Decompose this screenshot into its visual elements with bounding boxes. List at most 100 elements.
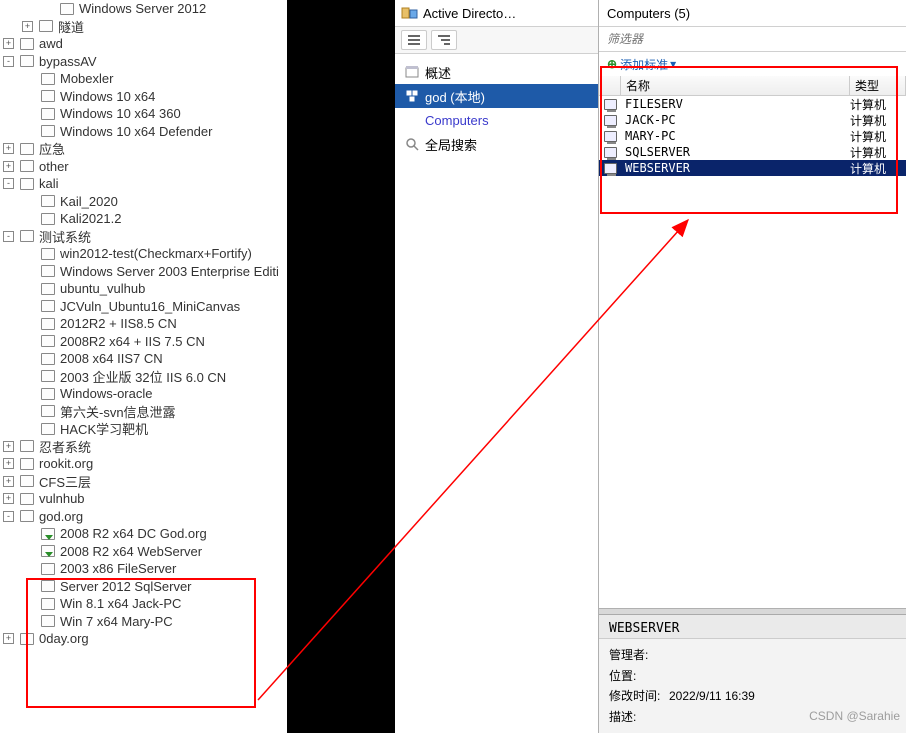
table-row[interactable]: JACK-PC计算机 — [599, 112, 906, 128]
row-name: FILESERV — [621, 97, 850, 111]
tree-item[interactable]: 2008 R2 x64 WebServer — [0, 543, 287, 561]
tree-item[interactable]: 2008 R2 x64 DC God.org — [0, 525, 287, 543]
filter-bar — [599, 26, 906, 52]
col-name[interactable]: 名称 — [621, 76, 850, 95]
tree-item-label: 2008R2 x64 + IIS 7.5 CN — [60, 334, 205, 349]
expand-icon[interactable]: + — [3, 161, 14, 172]
expand-icon[interactable]: + — [3, 38, 14, 49]
expand-icon[interactable]: + — [3, 458, 14, 469]
tree-item-label: Windows 10 x64 — [60, 89, 155, 104]
ad-nav-list: 概述 god (本地) Computers 全局搜索 — [395, 54, 598, 162]
table-row[interactable]: WEBSERVER计算机 — [599, 160, 906, 176]
table-body: FILESERV计算机JACK-PC计算机MARY-PC计算机SQLSERVER… — [599, 96, 906, 176]
tree-item[interactable]: Windows Server 2012 — [0, 0, 287, 18]
tree-item[interactable]: JCVuln_Ubuntu16_MiniCanvas — [0, 298, 287, 316]
tree-item[interactable]: +awd — [0, 35, 287, 53]
expand-icon[interactable]: + — [3, 143, 14, 154]
plus-icon: ⊕ — [607, 57, 617, 71]
tree-item-label: 第六关-svn信息泄露 — [60, 402, 176, 421]
tree-item[interactable]: +other — [0, 158, 287, 176]
vm-icon — [41, 580, 55, 592]
tree-item[interactable]: Server 2012 SqlServer — [0, 578, 287, 596]
table-row[interactable]: SQLSERVER计算机 — [599, 144, 906, 160]
add-criteria-label: 添加标准 — [620, 56, 668, 73]
expand-icon[interactable]: + — [22, 21, 33, 32]
vm-icon — [20, 440, 34, 452]
view-tree-button[interactable] — [431, 30, 457, 50]
tree-item[interactable]: +忍者系统 — [0, 438, 287, 456]
computer-icon — [604, 131, 617, 142]
add-criteria-button[interactable]: ⊕ 添加标准 ▾ — [599, 52, 906, 76]
tree-item[interactable]: +CFS三层 — [0, 473, 287, 491]
tree-item[interactable]: Win 8.1 x64 Jack-PC — [0, 595, 287, 613]
expand-icon[interactable]: + — [3, 476, 14, 487]
tree-item[interactable]: +应急 — [0, 140, 287, 158]
filter-input[interactable] — [599, 27, 906, 51]
row-icon-cell — [599, 131, 621, 142]
row-type: 计算机 — [850, 112, 906, 129]
tree-item[interactable]: Win 7 x64 Mary-PC — [0, 613, 287, 631]
nav-domain[interactable]: god (本地) — [395, 84, 598, 108]
tree-item-label: Win 7 x64 Mary-PC — [60, 614, 173, 629]
expand-icon[interactable]: + — [3, 493, 14, 504]
collapse-icon[interactable]: - — [3, 178, 14, 189]
collapse-icon[interactable]: - — [3, 231, 14, 242]
view-list-button[interactable] — [401, 30, 427, 50]
tree-item[interactable]: 2003 x86 FileServer — [0, 560, 287, 578]
tree-item[interactable]: HACK学习靶机 — [0, 420, 287, 438]
tree-item[interactable]: 2008 x64 IIS7 CN — [0, 350, 287, 368]
details-row: 管理者: — [609, 645, 896, 665]
tree-item[interactable]: ubuntu_vulhub — [0, 280, 287, 298]
vm-icon — [20, 38, 34, 50]
nav-computers[interactable]: Computers — [395, 108, 598, 132]
computer-icon — [604, 99, 617, 110]
tree-item[interactable]: +0day.org — [0, 630, 287, 648]
nav-overview[interactable]: 概述 — [395, 60, 598, 84]
expand-icon[interactable]: + — [3, 441, 14, 452]
tree-item-label: win2012-test(Checkmarx+Fortify) — [60, 246, 252, 261]
tree-item[interactable]: Kali2021.2 — [0, 210, 287, 228]
tree-item[interactable]: 2012R2 + IIS8.5 CN — [0, 315, 287, 333]
vm-icon — [20, 178, 34, 190]
col-type[interactable]: 类型 — [850, 76, 906, 95]
collapse-icon[interactable]: - — [3, 511, 14, 522]
vm-tree[interactable]: Windows Server 2012+隧道+awd-bypassAVMobex… — [0, 0, 287, 648]
tree-item[interactable]: +vulnhub — [0, 490, 287, 508]
tree-item[interactable]: win2012-test(Checkmarx+Fortify) — [0, 245, 287, 263]
table-row[interactable]: MARY-PC计算机 — [599, 128, 906, 144]
tree-item[interactable]: Kail_2020 — [0, 193, 287, 211]
vm-icon — [41, 125, 55, 137]
vm-icon — [41, 195, 55, 207]
tree-item[interactable]: -测试系统 — [0, 228, 287, 246]
expand-icon[interactable]: + — [3, 633, 14, 644]
col-icon[interactable] — [599, 76, 621, 95]
tree-item[interactable]: + rookit.org — [0, 455, 287, 473]
vm-running-icon — [41, 528, 55, 540]
tree-item[interactable]: -bypassAV — [0, 53, 287, 71]
tree-item[interactable]: -kali — [0, 175, 287, 193]
tree-item[interactable]: Windows 10 x64 Defender — [0, 123, 287, 141]
tree-item[interactable]: 第六关-svn信息泄露 — [0, 403, 287, 421]
tree-item[interactable]: Windows Server 2003 Enterprise Editi — [0, 263, 287, 281]
row-type: 计算机 — [850, 160, 906, 177]
tree-item-label: rookit.org — [39, 456, 93, 471]
tree-item[interactable]: 2003 企业版 32位 IIS 6.0 CN — [0, 368, 287, 386]
nav-global-search[interactable]: 全局搜索 — [395, 132, 598, 156]
vm-icon — [41, 318, 55, 330]
computer-icon — [604, 115, 617, 126]
tree-item[interactable]: Windows 10 x64 — [0, 88, 287, 106]
table-row[interactable]: FILESERV计算机 — [599, 96, 906, 112]
nav-overview-label: 概述 — [425, 63, 451, 82]
tree-item[interactable]: Mobexler — [0, 70, 287, 88]
tree-item[interactable]: Windows-oracle — [0, 385, 287, 403]
vm-icon — [41, 265, 55, 277]
tree-item[interactable]: Windows 10 x64 360 — [0, 105, 287, 123]
computer-icon — [604, 147, 617, 158]
tree-item-label: 2003 企业版 32位 IIS 6.0 CN — [60, 367, 226, 386]
tree-item[interactable]: +隧道 — [0, 18, 287, 36]
collapse-icon[interactable]: - — [3, 56, 14, 67]
divider-black — [287, 0, 395, 733]
tree-item[interactable]: 2008R2 x64 + IIS 7.5 CN — [0, 333, 287, 351]
tree-item[interactable]: -god.org — [0, 508, 287, 526]
vm-icon — [20, 143, 34, 155]
